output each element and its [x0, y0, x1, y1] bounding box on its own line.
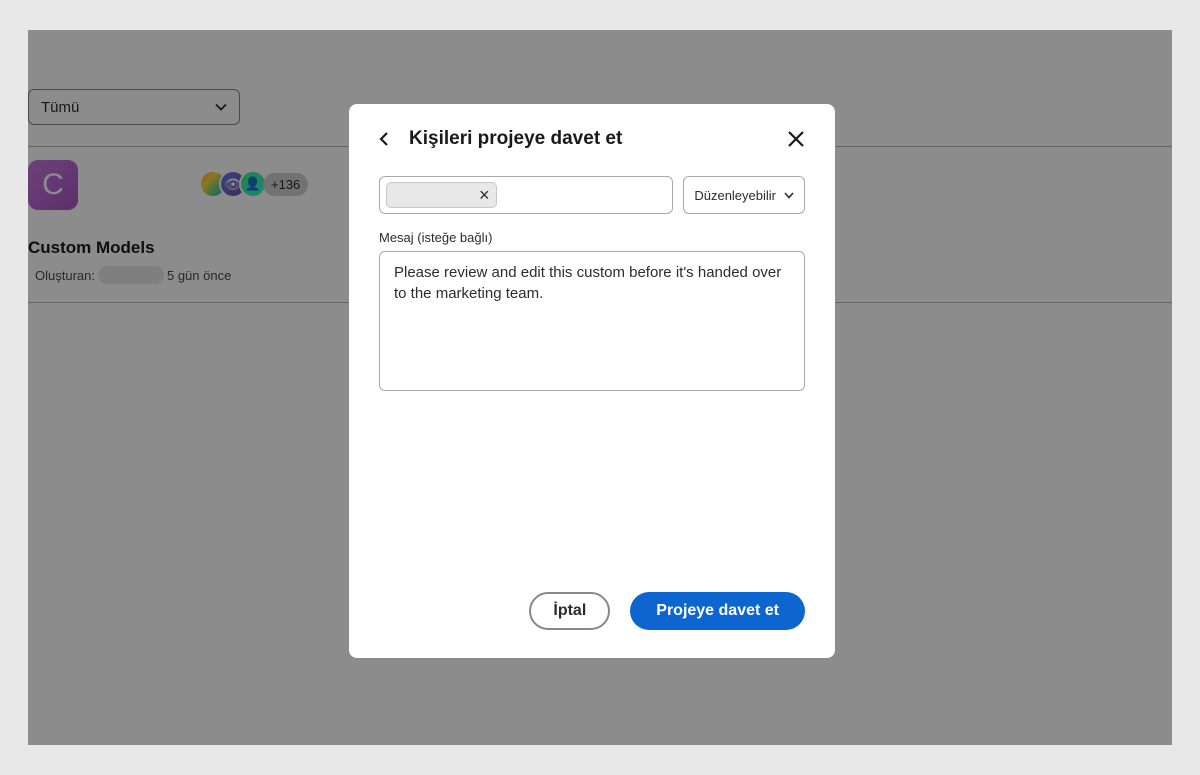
modal-footer: İptal Projeye davet et	[379, 592, 805, 630]
modal-title: Kişileri projeye davet et	[409, 128, 622, 150]
message-textarea[interactable]	[379, 251, 805, 391]
modal-header: Kişileri projeye davet et	[379, 128, 805, 150]
message-label: Mesaj (isteğe bağlı)	[379, 230, 805, 245]
invite-modal: Kişileri projeye davet et × Düzenleyebil…	[349, 104, 835, 658]
chevron-down-icon	[784, 192, 794, 199]
invite-people-input[interactable]: ×	[379, 176, 673, 214]
back-button[interactable]	[379, 131, 395, 147]
modal-title-wrap: Kişileri projeye davet et	[379, 128, 622, 150]
remove-person-button[interactable]: ×	[479, 186, 490, 204]
person-chip: ×	[386, 182, 497, 208]
invite-row: × Düzenleyebilir	[379, 176, 805, 214]
close-button[interactable]	[787, 130, 805, 148]
close-icon	[787, 130, 805, 148]
permission-selected-label: Düzenleyebilir	[694, 188, 776, 203]
permission-select[interactable]: Düzenleyebilir	[683, 176, 805, 214]
cancel-button[interactable]: İptal	[529, 592, 610, 630]
chevron-left-icon	[379, 131, 389, 147]
invite-submit-button[interactable]: Projeye davet et	[630, 592, 805, 630]
person-name-redacted	[397, 188, 471, 202]
